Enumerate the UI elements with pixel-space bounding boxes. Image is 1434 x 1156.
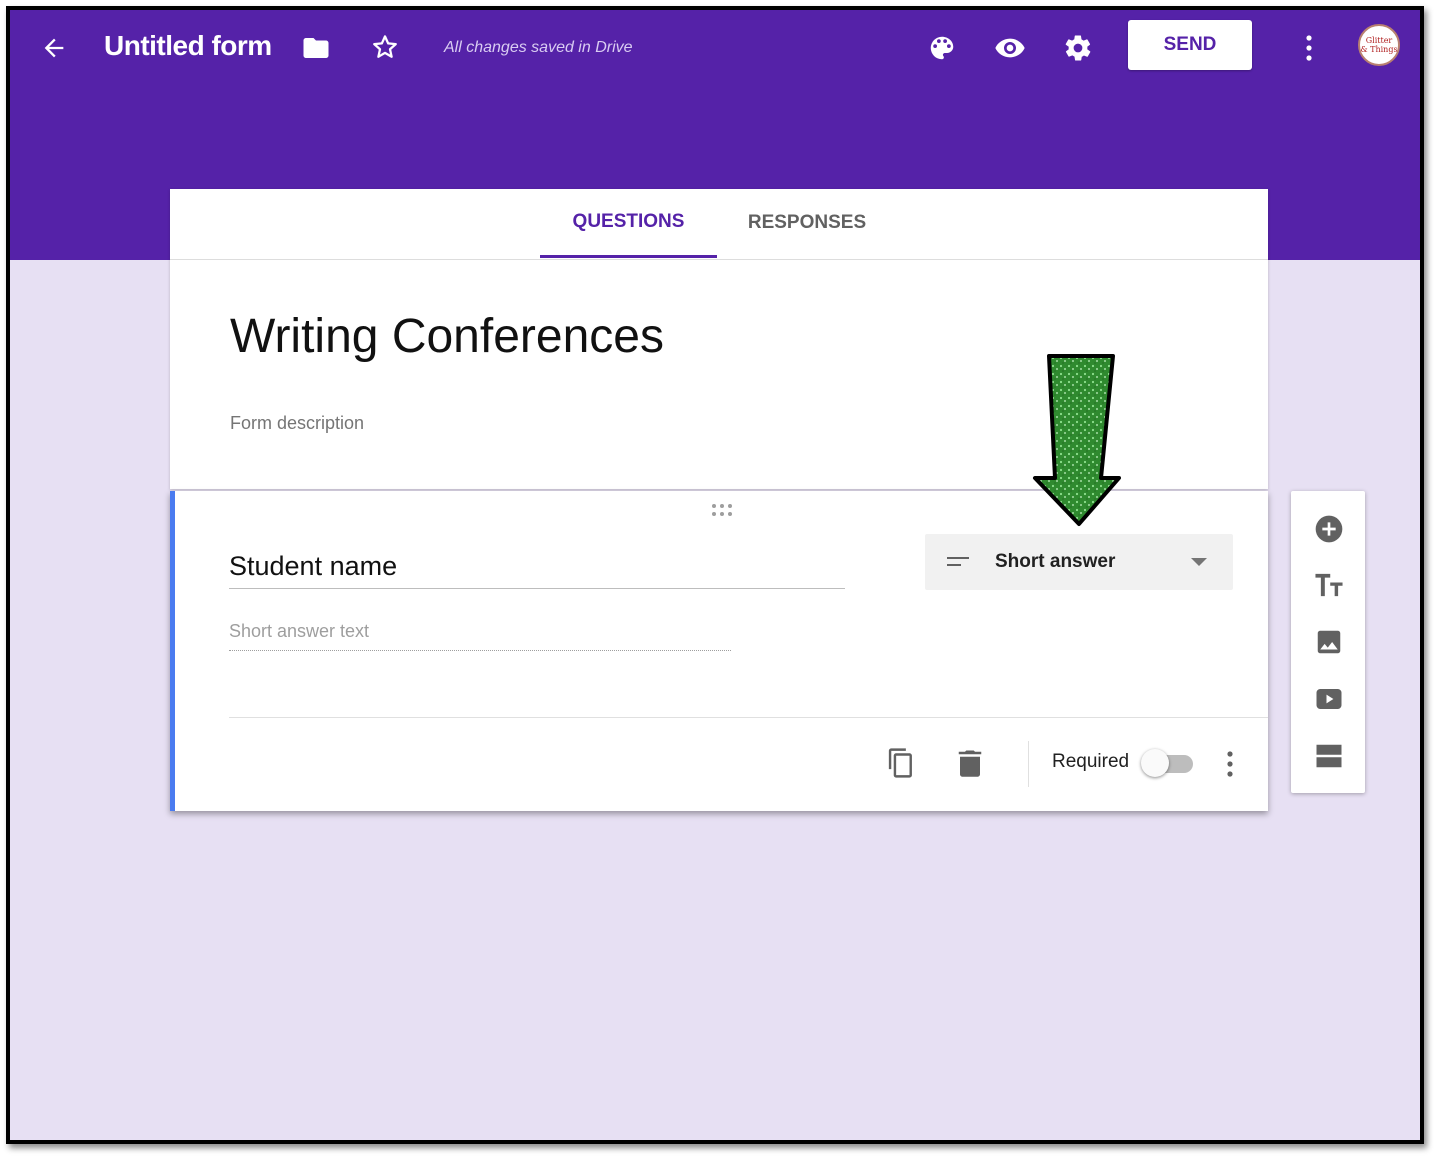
- question-title-input[interactable]: Student name: [229, 551, 845, 589]
- avatar-text-line-1: Glitter: [1365, 36, 1393, 45]
- form-file-title[interactable]: Untitled form: [104, 30, 272, 62]
- back-arrow-icon[interactable]: [38, 32, 70, 64]
- duplicate-icon[interactable]: [883, 743, 919, 783]
- more-vert-icon[interactable]: [1294, 30, 1324, 66]
- save-status: All changes saved in Drive: [444, 39, 633, 56]
- short-text-icon: [945, 550, 973, 574]
- question-type-dropdown[interactable]: Short answer: [925, 534, 1233, 590]
- top-app-bar: Untitled form All changes saved in Drive…: [10, 10, 1420, 86]
- gear-icon[interactable]: [1060, 30, 1096, 66]
- title-text-icon[interactable]: [1311, 567, 1347, 603]
- tab-bar: QUESTIONS RESPONSES: [170, 189, 1268, 260]
- form-title[interactable]: Writing Conferences: [230, 309, 664, 364]
- more-vert-icon[interactable]: [1217, 745, 1243, 783]
- image-icon[interactable]: [1311, 624, 1347, 660]
- drag-handle-icon[interactable]: [711, 503, 737, 517]
- section-icon[interactable]: [1311, 738, 1347, 774]
- form-description-field[interactable]: Form description: [230, 413, 364, 434]
- question-type-label: Short answer: [995, 551, 1116, 572]
- account-avatar[interactable]: Glitter & Things: [1358, 24, 1400, 66]
- footer-divider: [229, 717, 1268, 718]
- video-icon[interactable]: [1311, 681, 1347, 717]
- send-button[interactable]: SEND: [1128, 20, 1252, 70]
- add-question-icon[interactable]: [1311, 511, 1347, 547]
- short-answer-preview: Short answer text: [229, 621, 731, 651]
- side-toolbar: [1291, 491, 1365, 793]
- required-label: Required: [1052, 751, 1130, 772]
- star-icon[interactable]: [368, 30, 402, 64]
- delete-icon[interactable]: [953, 743, 987, 783]
- forms-window: Untitled form All changes saved in Drive…: [6, 6, 1424, 1144]
- tab-questions[interactable]: QUESTIONS: [540, 189, 717, 258]
- tab-responses[interactable]: RESPONSES: [717, 189, 897, 257]
- question-card[interactable]: Student name Short answer text Short ans…: [170, 491, 1268, 811]
- annotation-arrow: [1027, 348, 1127, 528]
- eye-icon[interactable]: [992, 30, 1028, 66]
- avatar-text-line-2: & Things: [1360, 45, 1398, 54]
- chevron-down-icon: [1187, 552, 1211, 572]
- required-toggle-knob[interactable]: [1141, 749, 1169, 777]
- folder-icon[interactable]: [300, 32, 332, 64]
- footer-separator: [1028, 741, 1029, 787]
- palette-icon[interactable]: [924, 30, 960, 66]
